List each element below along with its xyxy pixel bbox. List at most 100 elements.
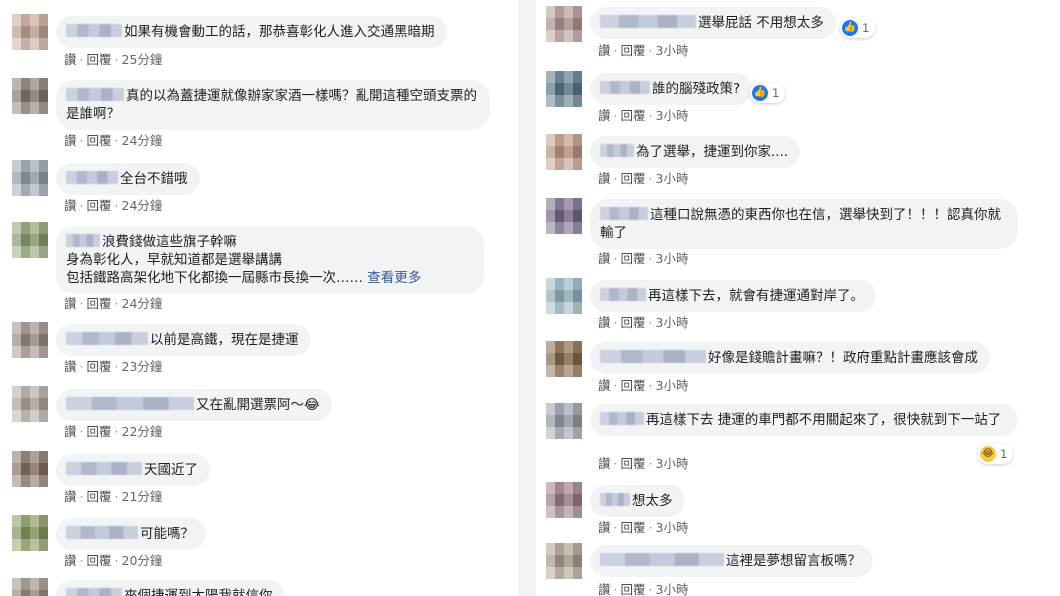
reply-link[interactable]: 回覆 [87,198,112,213]
avatar[interactable] [546,278,582,314]
commenter-name[interactable] [66,588,122,596]
timestamp[interactable]: 25分鐘 [122,52,163,67]
avatar[interactable] [12,14,48,50]
timestamp[interactable]: 20分鐘 [122,553,163,568]
avatar[interactable] [546,134,582,170]
reaction-count[interactable]: 😂 1 [978,444,1014,464]
like-link[interactable]: 讚 [64,553,77,568]
avatar[interactable] [12,78,48,114]
reply-link[interactable]: 回覆 [87,424,112,439]
commenter-name[interactable] [66,88,124,101]
comment-bubble: 這種口說無憑的東西你也在信，選舉快到了！！！認真你就輸了 [590,199,1018,249]
avatar[interactable] [546,403,582,439]
reply-link[interactable]: 回覆 [87,553,112,568]
commenter-name[interactable] [600,144,634,157]
timestamp[interactable]: 3小時 [656,251,689,266]
reply-link[interactable]: 回覆 [621,378,646,393]
avatar[interactable] [546,6,582,42]
timestamp[interactable]: 22分鐘 [122,424,163,439]
reply-link[interactable]: 回覆 [87,359,112,374]
reply-link[interactable]: 回覆 [87,489,112,504]
timestamp[interactable]: 3小時 [656,582,689,596]
like-link[interactable]: 讚 [598,108,611,123]
reaction-count[interactable]: 👍 1 [840,18,876,38]
avatar[interactable] [546,341,582,377]
like-link[interactable]: 讚 [64,133,77,148]
like-link[interactable]: 讚 [598,315,611,330]
comment-text: 全台不錯哦 [120,171,188,187]
see-more-link[interactable]: 查看更多 [367,270,421,286]
avatar[interactable] [12,515,48,551]
commenter-name[interactable] [66,171,118,184]
reply-link[interactable]: 回覆 [621,251,646,266]
comment-bubble: 選舉屁話 不用想太多 [590,7,836,39]
reply-link[interactable]: 回覆 [621,171,646,186]
timestamp[interactable]: 3小時 [656,43,689,58]
timestamp[interactable]: 24分鐘 [122,133,163,148]
like-link[interactable]: 讚 [598,378,611,393]
comment-text: 如果有機會動工的話，那恭喜彰化人進入交通黑暗期 [124,24,435,40]
commenter-name[interactable] [600,207,648,220]
reply-link[interactable]: 回覆 [621,43,646,58]
comment-text: 好像是錢贍計畫嘛？！政府重點計畫應該會成 [708,350,978,366]
comment-bubble: 這裡是夢想留言板嗎？ [590,545,873,577]
comment-bubble: 可能嗎？ [56,518,206,550]
timestamp[interactable]: 3小時 [656,378,689,393]
reply-link[interactable]: 回覆 [621,315,646,330]
commenter-name[interactable] [66,24,122,37]
timestamp[interactable]: 23分鐘 [122,359,163,374]
avatar[interactable] [546,543,582,579]
like-link[interactable]: 讚 [598,582,611,596]
timestamp[interactable]: 3小時 [656,171,689,186]
like-link[interactable]: 讚 [598,171,611,186]
avatar[interactable] [546,198,582,234]
reply-link[interactable]: 回覆 [87,296,112,311]
timestamp[interactable]: 24分鐘 [122,198,163,213]
reaction-count[interactable]: 👍 1 [750,83,786,103]
comments-column-right: 選舉屁話 不用想太多 👍 1 讚 · 回覆 · 3小時 誰的腦殘政策? 👍 1 讚 · 回覆 · 3… [536,0,1060,596]
like-link[interactable]: 讚 [598,43,611,58]
like-link[interactable]: 讚 [598,251,611,266]
commenter-name[interactable] [600,15,696,28]
like-link[interactable]: 讚 [598,456,611,471]
avatar[interactable] [546,482,582,518]
reply-link[interactable]: 回覆 [621,456,646,471]
avatar[interactable] [12,160,48,196]
avatar[interactable] [12,386,48,422]
avatar[interactable] [12,451,48,487]
like-link[interactable]: 讚 [64,198,77,213]
reply-link[interactable]: 回覆 [621,520,646,535]
commenter-name[interactable] [66,462,142,475]
commenter-name[interactable] [66,234,100,247]
like-link[interactable]: 讚 [64,359,77,374]
commenter-name[interactable] [600,288,646,301]
commenter-name[interactable] [600,493,630,506]
timestamp[interactable]: 21分鐘 [122,489,163,504]
commenter-name[interactable] [66,397,194,410]
commenter-name[interactable] [600,81,650,94]
timestamp[interactable]: 3小時 [656,315,689,330]
reply-link[interactable]: 回覆 [621,582,646,596]
avatar[interactable] [12,578,48,596]
timestamp[interactable]: 3小時 [656,108,689,123]
commenter-name[interactable] [600,350,706,363]
commenter-name[interactable] [600,412,644,425]
commenter-name[interactable] [600,553,724,566]
like-link[interactable]: 讚 [64,424,77,439]
like-link[interactable]: 讚 [64,489,77,504]
commenter-name[interactable] [66,332,148,345]
like-link[interactable]: 讚 [64,296,77,311]
avatar[interactable] [12,222,48,258]
timestamp[interactable]: 24分鐘 [122,296,163,311]
timestamp[interactable]: 3小時 [656,520,689,535]
avatar[interactable] [546,71,582,107]
reply-link[interactable]: 回覆 [621,108,646,123]
timestamp[interactable]: 3小時 [656,456,689,471]
reply-link[interactable]: 回覆 [87,52,112,67]
like-link[interactable]: 讚 [598,520,611,535]
like-link[interactable]: 讚 [64,52,77,67]
avatar[interactable] [12,322,48,358]
comment-text: 誰的腦殘政策? [652,81,741,97]
reply-link[interactable]: 回覆 [87,133,112,148]
commenter-name[interactable] [66,526,138,539]
